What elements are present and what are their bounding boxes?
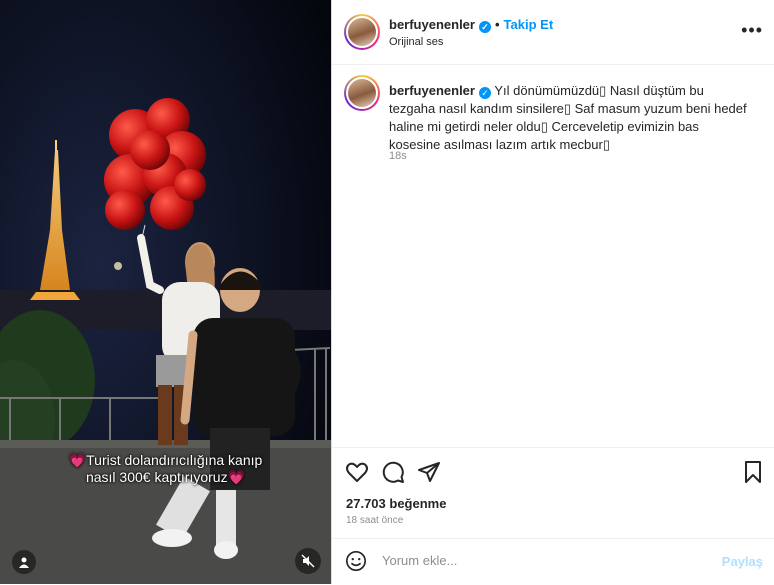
add-comment-bar: Paylaş (332, 538, 774, 585)
post-header: berfuyenenler ✓ • Takip Et Orijinal ses ••• (332, 0, 774, 65)
video-text-overlay: 💗Turist dolandırıcılığına kanıp nasıl 30… (0, 452, 331, 486)
separator-dot: • (494, 17, 500, 32)
bookmark-icon[interactable] (741, 460, 765, 484)
muted-speaker-icon (301, 554, 315, 568)
share-icon[interactable] (417, 460, 441, 484)
comment-input[interactable] (380, 552, 704, 569)
overlay-line-2: nasıl 300€ kaptırıyoruz💗 (85, 469, 246, 485)
author-username[interactable]: berfuyenenler (389, 17, 475, 32)
post-media-video[interactable]: 💗Turist dolandırıcılığına kanıp nasıl 30… (0, 0, 331, 584)
post-comment-button[interactable]: Paylaş (722, 554, 763, 569)
overlay-line-1: 💗Turist dolandırıcılığına kanıp (68, 452, 263, 468)
action-bar (332, 447, 774, 494)
post-timestamp[interactable]: 18 saat önce (346, 515, 403, 526)
mute-button[interactable] (295, 548, 321, 574)
caption-verified-badge-icon: ✓ (478, 87, 491, 99)
author-line: berfuyenenler ✓ • Takip Et (389, 17, 553, 33)
follow-button[interactable]: Takip Et (504, 17, 554, 32)
user-tag-icon (19, 557, 29, 568)
more-options-icon[interactable]: ••• (741, 20, 763, 41)
tagged-users-button[interactable] (12, 550, 36, 574)
like-count[interactable]: 27.703 beğenme (346, 496, 446, 511)
caption-username[interactable]: berfuyenenler (389, 83, 475, 98)
comment-icon[interactable] (381, 460, 405, 484)
caption-time: 18s (389, 150, 407, 162)
heart-icon[interactable] (345, 460, 369, 484)
author-avatar[interactable] (344, 14, 380, 50)
post-side-panel: berfuyenenler ✓ • Takip Et Orijinal ses •••… (331, 0, 774, 584)
post-caption: berfuyenenler ✓ Yıl dönümümüzdü▯ Nasıl dü… (389, 82, 749, 154)
emoji-icon[interactable] (345, 550, 367, 572)
audio-label[interactable]: Orijinal ses (389, 36, 443, 48)
verified-badge-icon: ✓ (478, 21, 491, 33)
video-frame (0, 0, 331, 584)
caption-author-avatar[interactable] (344, 75, 380, 111)
